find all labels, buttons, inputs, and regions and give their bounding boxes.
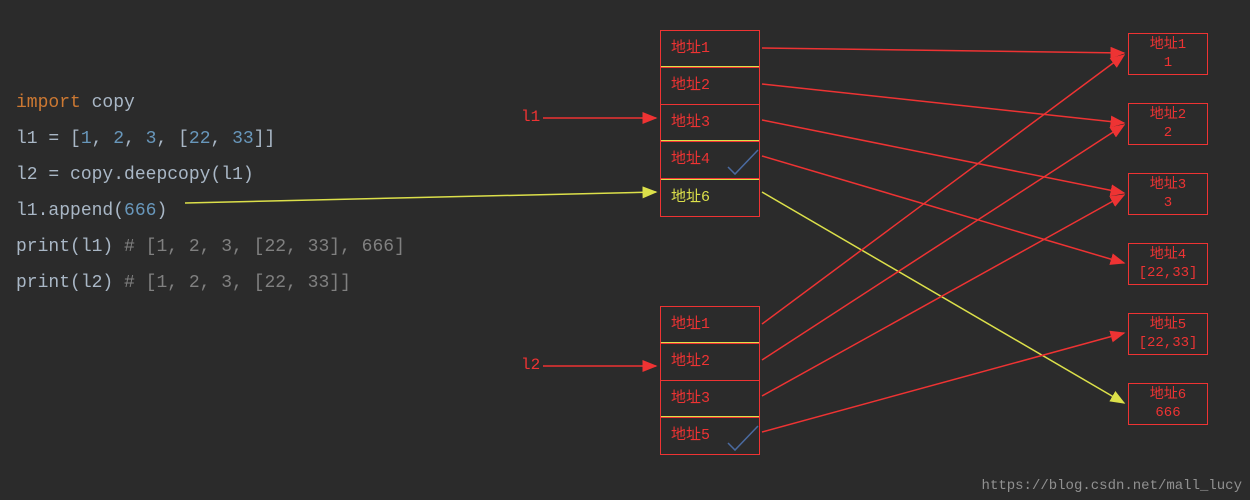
copy-mod: copy <box>92 93 135 113</box>
val-5-label: 地址5 <box>1129 316 1207 334</box>
l2-cell-3: 地址3 <box>661 381 759 418</box>
print-fn: print <box>16 273 70 293</box>
l1-var: l1 <box>16 201 38 221</box>
l1-var: l1 <box>16 129 38 149</box>
val-box-1: 地址1 1 <box>1128 33 1208 75</box>
comma: , <box>124 129 146 149</box>
print-fn: print <box>16 237 70 257</box>
num-3: 3 <box>146 129 157 149</box>
copy-mod: copy <box>70 165 113 185</box>
code-line-2: l1 = [1, 2, 3, [22, 33]] <box>16 121 405 157</box>
val-box-6: 地址6 666 <box>1128 383 1208 425</box>
code-line-3: l2 = copy.deepcopy(l1) <box>16 157 405 193</box>
code-line-6: print(l2) # [1, 2, 3, [22, 33]] <box>16 265 405 301</box>
val-3-label: 地址3 <box>1129 176 1207 194</box>
val-4-value: [22,33] <box>1129 264 1207 282</box>
code-block: import copy l1 = [1, 2, 3, [22, 33]] l2 … <box>16 85 405 301</box>
deepcopy-fn: deepcopy <box>124 165 210 185</box>
close-bracket: ] <box>265 129 276 149</box>
l1-label: l1 <box>521 108 540 126</box>
code-line-1: import copy <box>16 85 405 121</box>
val-6-label: 地址6 <box>1129 386 1207 404</box>
l1-cell-2: 地址2 <box>661 68 759 105</box>
code-line-4: l1.append(666) <box>16 193 405 229</box>
code-line-5: print(l1) # [1, 2, 3, [22, 33], 666] <box>16 229 405 265</box>
comment: # [1, 2, 3, [22, 33], 666] <box>113 237 405 257</box>
l2-cell-2: 地址2 <box>661 344 759 381</box>
val-box-5: 地址5 [22,33] <box>1128 313 1208 355</box>
l2-cell-1: 地址1 <box>661 307 759 344</box>
val-1-label: 地址1 <box>1129 36 1207 54</box>
close-bracket: ] <box>254 129 265 149</box>
num-1: 1 <box>81 129 92 149</box>
val-box-4: 地址4 [22,33] <box>1128 243 1208 285</box>
dot: . <box>113 165 124 185</box>
l1-cell-1: 地址1 <box>661 31 759 68</box>
append-fn: append <box>48 201 113 221</box>
comma: , <box>211 129 233 149</box>
l2-box: 地址1 地址2 地址3 地址5 <box>660 306 760 455</box>
num-33: 33 <box>232 129 254 149</box>
open-bracket: [ <box>70 129 81 149</box>
val-2-value: 2 <box>1129 124 1207 142</box>
comma: , <box>92 129 114 149</box>
comment: # [1, 2, 3, [22, 33]] <box>113 273 351 293</box>
open-bracket: [ <box>178 129 189 149</box>
eq-op: = <box>38 129 70 149</box>
num-2: 2 <box>113 129 124 149</box>
args: (l1) <box>210 165 253 185</box>
val-5-value: [22,33] <box>1129 334 1207 352</box>
eq-op: = <box>38 165 70 185</box>
import-kw: import <box>16 93 81 113</box>
watermark: https://blog.csdn.net/mall_lucy <box>982 478 1242 494</box>
val-2-label: 地址2 <box>1129 106 1207 124</box>
close-paren: ) <box>156 201 167 221</box>
l1-cell-5: 地址6 <box>661 179 759 216</box>
val-6-value: 666 <box>1129 404 1207 422</box>
open-paren: ( <box>113 201 124 221</box>
l2-label: l2 <box>521 356 540 374</box>
dot: . <box>38 201 49 221</box>
l1-cell-3: 地址3 <box>661 105 759 142</box>
val-box-2: 地址2 2 <box>1128 103 1208 145</box>
val-4-label: 地址4 <box>1129 246 1207 264</box>
num-666: 666 <box>124 201 156 221</box>
l1-box: 地址1 地址2 地址3 地址4 地址6 <box>660 30 760 217</box>
l1-cell-4: 地址4 <box>661 142 759 179</box>
val-1-value: 1 <box>1129 54 1207 72</box>
num-22: 22 <box>189 129 211 149</box>
l2-cell-4: 地址5 <box>661 418 759 454</box>
args: (l1) <box>70 237 113 257</box>
val-box-3: 地址3 3 <box>1128 173 1208 215</box>
l2-var: l2 <box>16 165 38 185</box>
val-3-value: 3 <box>1129 194 1207 212</box>
args: (l2) <box>70 273 113 293</box>
comma: , <box>156 129 178 149</box>
